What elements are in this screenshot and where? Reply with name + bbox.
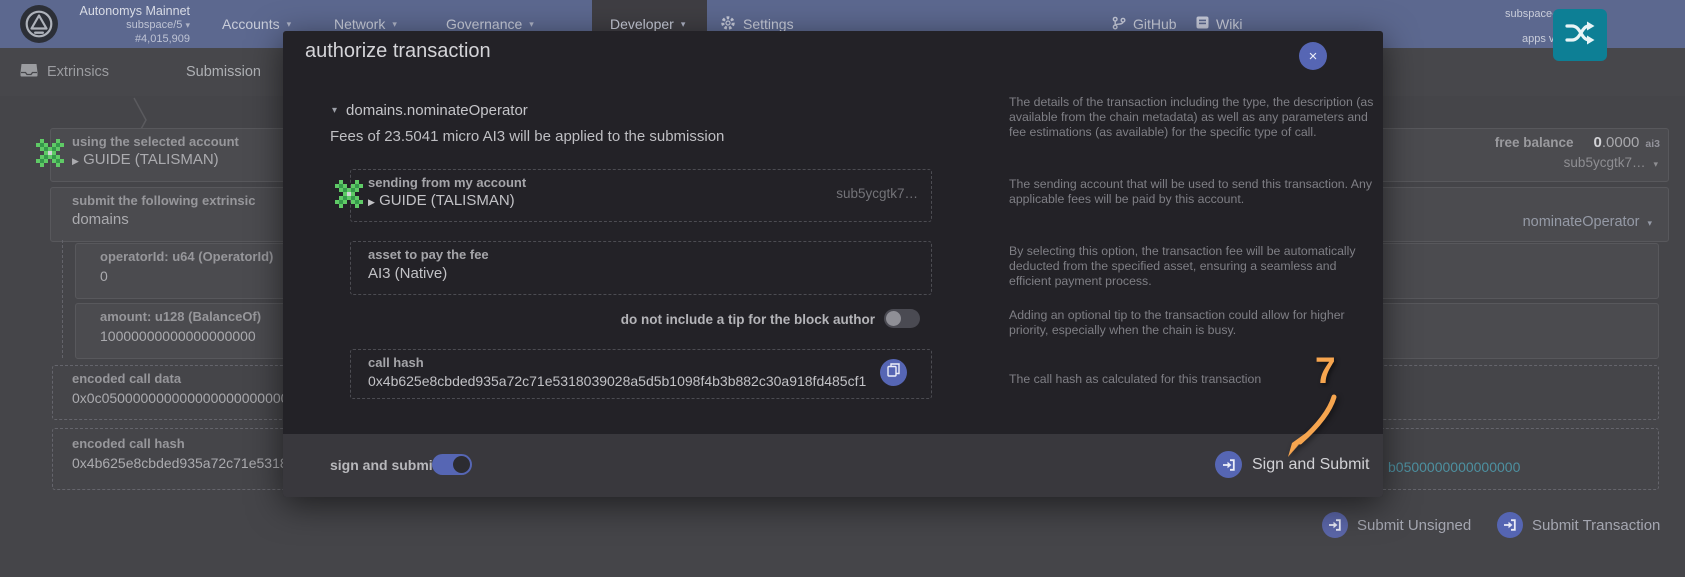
selected-account-value[interactable]: ▶ GUIDE (TALISMAN) — [72, 151, 219, 168]
copy-icon — [887, 363, 900, 382]
call-hash-value: 0x4b625e8cbded935a72c71e5318039028a5d5b1… — [368, 373, 866, 389]
inbox-icon — [20, 63, 38, 81]
sending-account-label: sending from my account — [368, 175, 526, 190]
chain-spec[interactable]: subspace/5 ▾ — [56, 18, 190, 32]
close-icon: × — [1309, 48, 1318, 65]
chevron-down-icon: ▾ — [332, 106, 337, 116]
param-amount-label: amount: u128 (BalanceOf) — [100, 309, 261, 324]
sending-address-short: sub5ycgtk7… — [723, 186, 918, 201]
encoded-call-data-label: encoded call data — [72, 371, 181, 386]
method-select[interactable]: nominateOperator ▾ — [1380, 214, 1652, 230]
encoded-data-tail-fragment: b0500000000000000 — [1388, 459, 1520, 475]
copy-button[interactable] — [880, 359, 907, 386]
chevron-down-icon: ▾ — [392, 20, 397, 29]
expand-right-icon: ▶ — [72, 156, 79, 166]
chain-name: Autonomys Mainnet — [56, 4, 190, 18]
expand-right-icon: ▶ — [368, 197, 375, 207]
tab-submission[interactable]: Submission — [186, 48, 261, 96]
transaction-details-description: The details of the transaction including… — [1009, 95, 1377, 139]
app: Autonomys Mainnet subspace/5 ▾ #4,015,90… — [0, 0, 1685, 577]
free-balance-label: free balance — [1495, 135, 1574, 150]
submit-unsigned-button[interactable]: Submit Unsigned — [1322, 512, 1471, 538]
section-select[interactable]: domains — [72, 211, 129, 228]
sending-account-description: The sending account that will be used to… — [1009, 177, 1377, 207]
sign-in-icon — [1215, 451, 1242, 478]
account-identicon — [36, 139, 64, 172]
free-balance: free balance 0 .0000 ai3 — [1380, 134, 1660, 151]
sign-in-icon — [1322, 512, 1348, 538]
tip-toggle[interactable] — [884, 309, 920, 328]
sign-submit-toggle[interactable] — [432, 454, 472, 475]
param-operatorid-label: operatorId: u64 (OperatorId) — [100, 249, 273, 264]
shuffle-extension-button[interactable] — [1553, 9, 1607, 61]
extrinsic-label: submit the following extrinsic — [72, 193, 255, 208]
selected-account-label: using the selected account — [72, 134, 239, 149]
fee-asset-label: asset to pay the fee — [368, 247, 489, 262]
encoded-call-hash-label: encoded call hash — [72, 436, 185, 451]
param-tree-guide — [62, 240, 63, 358]
annotation-arrow — [1270, 391, 1354, 465]
tab-extrinsics[interactable]: Extrinsics — [20, 48, 109, 96]
sign-in-icon — [1497, 512, 1523, 538]
apps-version-label: apps v — [1522, 33, 1554, 45]
submit-transaction-button[interactable]: Submit Transaction — [1497, 512, 1660, 538]
param-operatorid-value[interactable]: 0 — [100, 268, 108, 284]
best-block-number: #4,015,909 — [56, 32, 190, 46]
balance-frac: .0000 — [1602, 134, 1640, 151]
chevron-down-icon: ▾ — [1647, 219, 1652, 228]
param-amount-value[interactable]: 10000000000000000000 — [100, 328, 256, 344]
autonomys-logo-icon[interactable] — [20, 5, 58, 48]
fee-asset-value[interactable]: AI3 (Native) — [368, 265, 447, 282]
close-button[interactable]: × — [1299, 42, 1327, 70]
fee-asset-description: By selecting this option, the transactio… — [1009, 244, 1377, 288]
modal-title: authorize transaction — [305, 40, 491, 63]
shuffle-icon — [1565, 19, 1595, 52]
chevron-down-icon: ▾ — [287, 20, 292, 29]
call-hash-label: call hash — [368, 355, 424, 370]
authorize-transaction-modal: authorize transaction × ▾ domains.nomina… — [283, 31, 1383, 497]
method-expander[interactable]: ▾ domains.nominateOperator — [332, 102, 528, 119]
account-identicon — [335, 180, 363, 213]
chevron-down-icon: ▾ — [529, 20, 534, 29]
annotation-step-number: 7 — [1315, 350, 1336, 392]
github-branch-icon — [1112, 16, 1126, 33]
chain-info[interactable]: Autonomys Mainnet subspace/5 ▾ #4,015,90… — [56, 4, 190, 46]
tip-toggle-label: do not include a tip for the block autho… — [543, 312, 875, 327]
chevron-down-icon: ▾ — [1653, 160, 1658, 169]
nav-item-accounts[interactable]: Accounts ▾ — [222, 0, 291, 48]
wiki-book-icon — [1196, 16, 1209, 32]
sending-account-value[interactable]: ▶ GUIDE (TALISMAN) — [368, 192, 515, 209]
balance-unit: ai3 — [1645, 138, 1660, 150]
chevron-down-icon: ▾ — [681, 20, 686, 29]
balance-int: 0 — [1594, 134, 1602, 151]
tip-description: Adding an optional tip to the transactio… — [1009, 308, 1377, 338]
account-address-dropdown[interactable]: sub5ycgtk7… ▾ — [1400, 155, 1658, 170]
chevron-down-icon: ▾ — [185, 20, 190, 30]
fees-note: Fees of 23.5041 micro AI3 will be applie… — [330, 128, 724, 145]
sign-submit-toggle-label: sign and submit — [330, 457, 437, 473]
